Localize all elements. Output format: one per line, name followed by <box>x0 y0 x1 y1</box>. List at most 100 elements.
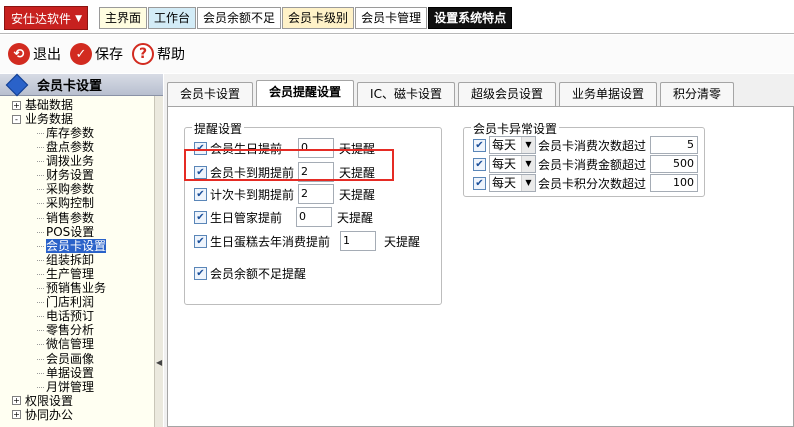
consume-amount-input[interactable]: 500 <box>650 155 698 173</box>
exit-button[interactable]: ⟲ 退出 <box>8 43 61 65</box>
period-select[interactable]: 每天 ▼ <box>489 136 536 154</box>
sidebar-item[interactable]: 零售分析 <box>12 323 152 337</box>
row-label: 计次卡到期提前 <box>210 187 295 202</box>
sidebar-item[interactable]: 门店利润 <box>12 295 152 309</box>
sidebar-item[interactable]: 采购参数 <box>12 182 152 196</box>
tab-reminder-settings[interactable]: 会员提醒设置 <box>256 80 355 106</box>
tree-group-permissions[interactable]: + 权限设置 <box>12 394 152 408</box>
tab-card-settings[interactable]: 会员卡设置 <box>167 82 254 106</box>
check-icon: ✓ <box>70 43 92 65</box>
tree-group-basic-data[interactable]: + 基础数据 <box>12 98 152 112</box>
count-card-expiry-reminder-row: ✔ 计次卡到期提前 2 天提醒 <box>194 184 375 204</box>
sidebar-item-label: 盘点参数 <box>46 140 95 155</box>
app-menu-button[interactable]: 安仕达软件 ▼ <box>4 6 88 30</box>
expand-icon[interactable]: + <box>12 100 21 110</box>
diamond-icon <box>5 73 29 96</box>
sidebar-item-label: 采购参数 <box>46 182 95 197</box>
app-menu-label: 安仕达软件 <box>11 12 72 26</box>
tab-ic-card-settings[interactable]: IC、磁卡设置 <box>357 82 455 106</box>
collapse-icon[interactable]: - <box>12 114 21 124</box>
sidebar-item[interactable]: 调拨业务 <box>12 154 152 168</box>
chevron-down-icon[interactable]: ▼ <box>521 137 535 153</box>
sidebar-item[interactable]: 电话预订 <box>12 309 152 323</box>
consume-count-checkbox[interactable]: ✔ <box>473 138 486 152</box>
top-tab-low-balance[interactable]: 会员余额不足 <box>197 7 282 29</box>
save-button[interactable]: ✓ 保存 <box>70 43 123 65</box>
top-tab-card-level[interactable]: 会员卡级别 <box>282 7 355 29</box>
sidebar-header: 会员卡设置 <box>0 73 163 96</box>
top-tab-main[interactable]: 主界面 <box>99 7 148 29</box>
sidebar-item[interactable]: 月饼管理 <box>12 380 152 394</box>
expand-icon[interactable]: + <box>12 396 21 406</box>
tab-document-settings[interactable]: 业务单据设置 <box>558 82 657 106</box>
top-tab-card-management[interactable]: 会员卡管理 <box>355 7 428 29</box>
sidebar-item[interactable]: 生产管理 <box>12 267 152 281</box>
tree-group-label: 业务数据 <box>25 112 74 126</box>
help-button[interactable]: ? 帮助 <box>132 43 185 65</box>
row-suffix: 天提醒 <box>384 234 421 249</box>
count-card-expiry-checkbox[interactable]: ✔ <box>194 187 207 201</box>
low-balance-reminder-row: ✔ 会员余额不足提醒 <box>194 263 306 283</box>
sidebar-item[interactable]: 采购控制 <box>12 196 152 210</box>
sidebar-item[interactable]: 微信管理 <box>12 337 152 351</box>
sidebar-item[interactable]: 预销售业务 <box>12 281 152 295</box>
sidebar-item[interactable]: 财务设置 <box>12 168 152 182</box>
points-count-input[interactable]: 100 <box>650 174 698 192</box>
expand-icon[interactable]: + <box>12 410 21 420</box>
tree-group-business-data[interactable]: - 业务数据 <box>12 112 152 126</box>
chevron-down-icon: ▼ <box>75 14 82 24</box>
birthday-cake-days-input[interactable]: 1 <box>340 231 376 251</box>
tree-group-collaboration[interactable]: + 协同办公 <box>12 408 152 422</box>
sidebar-item-label: 零售分析 <box>46 323 95 338</box>
sidebar-item[interactable]: 会员卡设置 <box>12 238 152 253</box>
tree-group-label: 基础数据 <box>25 98 74 112</box>
sidebar-item-label: 采购控制 <box>46 196 95 211</box>
sidebar-item-label: 单据设置 <box>46 365 95 380</box>
help-label: 帮助 <box>157 47 185 63</box>
birthday-butler-reminder-row: ✔ 生日管家提前 0 天提醒 <box>194 207 373 227</box>
tab-super-member-settings[interactable]: 超级会员设置 <box>457 82 556 106</box>
top-tab-workbench[interactable]: 工作台 <box>148 7 197 29</box>
period-select[interactable]: 每天 ▼ <box>489 155 536 173</box>
row-label: 生日管家提前 <box>210 210 283 225</box>
card-abnormal-settings-group: 会员卡异常设置 ✔ 每天 ▼ 会员卡消费次数超过 5 ✔ 每天 ▼ 会员卡消费金… <box>463 120 705 197</box>
top-tab-system-features[interactable]: 设置系统特点 <box>428 7 513 29</box>
sidebar-title: 会员卡设置 <box>37 79 103 94</box>
question-icon: ? <box>132 43 154 65</box>
sidebar-item[interactable]: 库存参数 <box>12 126 152 140</box>
sidebar-item[interactable]: POS设置 <box>12 225 152 239</box>
sidebar-item-label: 门店利润 <box>46 295 95 310</box>
birthday-butler-checkbox[interactable]: ✔ <box>194 210 207 224</box>
low-balance-checkbox[interactable]: ✔ <box>194 266 207 280</box>
period-value: 每天 <box>492 157 517 171</box>
chevron-down-icon[interactable]: ▼ <box>521 156 535 172</box>
chevron-down-icon[interactable]: ▼ <box>521 175 535 191</box>
period-select[interactable]: 每天 ▼ <box>489 174 536 192</box>
sidebar-item[interactable]: 销售参数 <box>12 211 152 225</box>
birthday-cake-reminder-row: ✔ 生日蛋糕去年消费提前 1 天提醒 <box>194 231 420 251</box>
sidebar-splitter[interactable]: ◀ <box>154 96 163 427</box>
sidebar-item-label: 生产管理 <box>46 266 95 281</box>
sidebar-item[interactable]: 单据设置 <box>12 366 152 380</box>
sidebar-item[interactable]: 会员画像 <box>12 352 152 366</box>
sidebar-item-label: 销售参数 <box>46 210 95 225</box>
chevron-left-icon[interactable]: ◀ <box>156 358 162 367</box>
top-tab-bar: 安仕达软件 ▼ 主界面 工作台 会员余额不足 会员卡级别 会员卡管理 设置系统特… <box>0 0 794 34</box>
tree-group-label: 权限设置 <box>25 393 74 408</box>
consume-count-input[interactable]: 5 <box>650 136 698 154</box>
sidebar-item-label: 组装拆卸 <box>46 252 95 267</box>
row-suffix: 天提醒 <box>337 210 374 225</box>
birthday-butler-days-input[interactable]: 0 <box>296 207 332 227</box>
sidebar-item[interactable]: 组装拆卸 <box>12 253 152 267</box>
row-label: 会员余额不足提醒 <box>210 266 307 281</box>
sidebar-item-label: 会员卡设置 <box>46 238 107 253</box>
count-card-days-input[interactable]: 2 <box>298 184 334 204</box>
sidebar-item-label: 月饼管理 <box>46 379 95 394</box>
birthday-cake-checkbox[interactable]: ✔ <box>194 234 207 248</box>
exit-label: 退出 <box>33 47 61 63</box>
tab-points-reset[interactable]: 积分清零 <box>659 82 734 106</box>
abnormal-row-points-count: ✔ 每天 ▼ 会员卡积分次数超过 100 <box>473 173 698 193</box>
sidebar-item[interactable]: 盘点参数 <box>12 140 152 154</box>
points-count-checkbox[interactable]: ✔ <box>473 176 486 190</box>
consume-amount-checkbox[interactable]: ✔ <box>473 157 486 171</box>
